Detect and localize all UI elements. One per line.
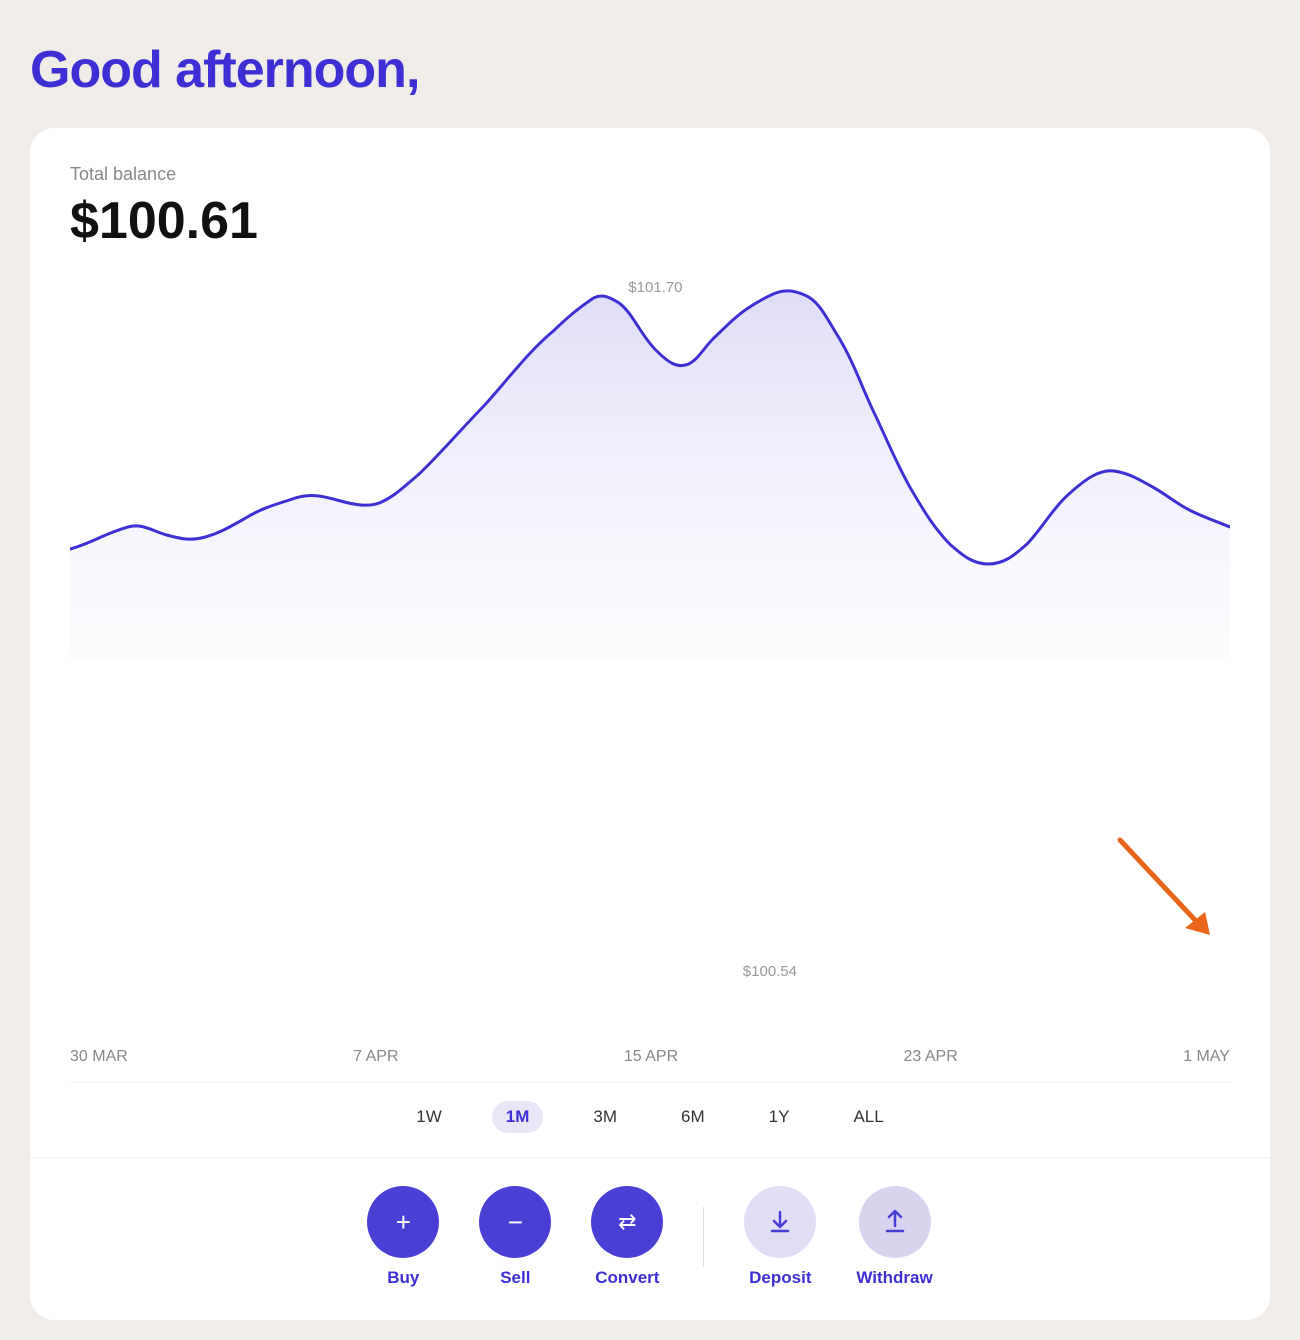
- balance-amount: $100.61: [70, 191, 1230, 251]
- chart-peak-label: $101.70: [628, 279, 682, 296]
- time-filter-6m[interactable]: 6M: [667, 1101, 719, 1133]
- x-label-15apr: 15 APR: [624, 1048, 678, 1066]
- action-group-left: + Buy − Sell ⇄ Convert: [367, 1186, 663, 1288]
- time-filter-all[interactable]: ALL: [839, 1101, 897, 1133]
- deposit-icon-circle: [744, 1186, 816, 1258]
- convert-icon: ⇄: [618, 1209, 636, 1235]
- action-group-right: Deposit Withdraw: [744, 1186, 932, 1288]
- time-filter-3m[interactable]: 3M: [579, 1101, 631, 1133]
- sell-icon-circle: −: [479, 1186, 551, 1258]
- convert-label: Convert: [595, 1268, 659, 1288]
- deposit-action[interactable]: Deposit: [744, 1186, 816, 1288]
- convert-icon-circle: ⇄: [591, 1186, 663, 1258]
- convert-action[interactable]: ⇄ Convert: [591, 1186, 663, 1288]
- buy-action[interactable]: + Buy: [367, 1186, 439, 1288]
- buy-label: Buy: [387, 1268, 419, 1288]
- balance-label: Total balance: [70, 164, 1230, 185]
- x-axis-labels: 30 MAR 7 APR 15 APR 23 APR 1 MAY: [70, 1040, 1230, 1082]
- chart-area: $101.70 $100.54: [70, 279, 1230, 1040]
- time-filter-row: 1W 1M 3M 6M 1Y ALL: [70, 1082, 1230, 1157]
- withdraw-label: Withdraw: [856, 1268, 932, 1288]
- time-filter-1w[interactable]: 1W: [402, 1101, 456, 1133]
- balance-chart: [70, 279, 1230, 659]
- withdraw-icon-circle: [859, 1186, 931, 1258]
- x-label-30mar: 30 MAR: [70, 1048, 128, 1066]
- withdraw-icon: [881, 1208, 909, 1236]
- arrow-annotation: [1110, 830, 1220, 945]
- time-filter-1m[interactable]: 1M: [492, 1101, 544, 1133]
- main-card: Total balance $100.61 $101.70 $100.54 30…: [30, 128, 1270, 1320]
- x-label-1may: 1 MAY: [1183, 1048, 1230, 1066]
- time-filter-1y[interactable]: 1Y: [755, 1101, 804, 1133]
- buy-icon: +: [396, 1207, 411, 1238]
- chart-trough-label: $100.54: [743, 963, 797, 980]
- x-label-23apr: 23 APR: [904, 1048, 958, 1066]
- sell-action[interactable]: − Sell: [479, 1186, 551, 1288]
- x-label-7apr: 7 APR: [353, 1048, 398, 1066]
- deposit-icon: [766, 1208, 794, 1236]
- buy-icon-circle: +: [367, 1186, 439, 1258]
- withdraw-action[interactable]: Withdraw: [856, 1186, 932, 1288]
- greeting-text: Good afternoon,: [30, 40, 1270, 100]
- sell-icon: −: [508, 1207, 523, 1238]
- deposit-label: Deposit: [749, 1268, 811, 1288]
- left-right-divider: [703, 1207, 704, 1267]
- sell-label: Sell: [500, 1268, 530, 1288]
- action-bar: + Buy − Sell ⇄ Convert: [70, 1158, 1230, 1320]
